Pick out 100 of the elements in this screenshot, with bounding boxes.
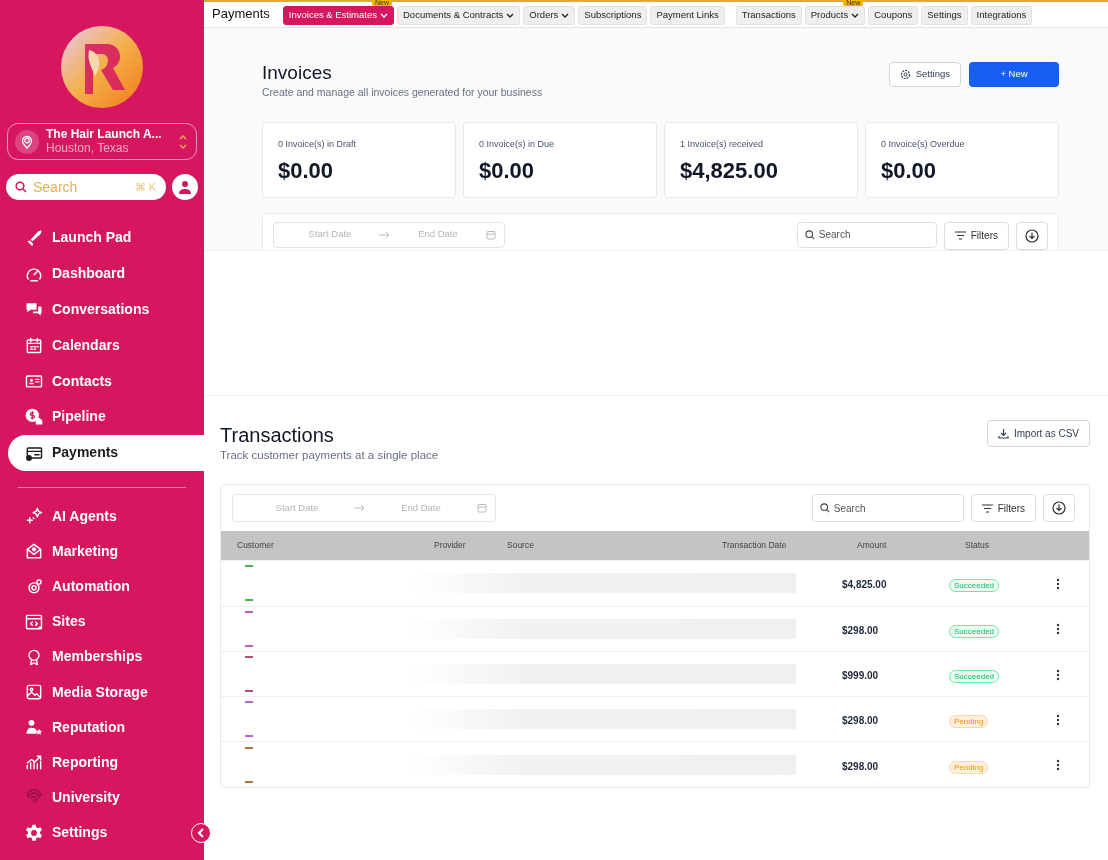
calendar-icon — [24, 335, 44, 356]
nav-tab[interactable]: Products — [804, 6, 866, 25]
download-button[interactable] — [1043, 494, 1075, 523]
nav-tab[interactable]: Integrations — [970, 6, 1033, 25]
new-button[interactable]: + New — [969, 62, 1059, 87]
column-header: Source — [506, 539, 535, 553]
sidebar-item[interactable]: Dashboard — [8, 255, 188, 292]
search-input[interactable]: Search — [33, 176, 111, 198]
download-button[interactable] — [1016, 221, 1048, 250]
sidebar-item[interactable]: Pipeline — [8, 399, 188, 435]
sidebar-item[interactable]: Reputation — [8, 709, 188, 745]
user-icon — [178, 180, 192, 194]
filters-button[interactable]: Filters — [943, 221, 1009, 250]
amount-text: $298.00 — [841, 624, 879, 636]
date-range-picker[interactable]: Start Date End Date — [232, 494, 496, 523]
nav-tab[interactable]: Orders — [523, 6, 576, 25]
sidebar-item[interactable]: Sites — [8, 604, 188, 640]
nav-tab[interactable]: Coupons — [868, 6, 919, 25]
status-badge: Succeeded — [949, 579, 1000, 593]
date-range-picker[interactable]: Start Date End Date — [273, 221, 505, 248]
nav-tab[interactable]: Documents & Contracts — [397, 6, 521, 25]
sidebar-item[interactable]: Memberships — [8, 639, 188, 675]
avatar[interactable] — [172, 174, 198, 200]
sidebar-item[interactable]: Contacts — [8, 363, 188, 399]
column-header: Provider — [433, 539, 467, 553]
sidebar-item[interactable]: Conversations — [8, 291, 188, 328]
sidebar-item[interactable]: Calendars — [8, 327, 188, 364]
filter-icon — [981, 503, 993, 513]
nav-tab[interactable]: Invoices & Estimates — [282, 6, 394, 25]
stat-amount: $0.00 — [479, 157, 536, 186]
sidebar-item[interactable]: Settings — [8, 815, 188, 851]
column-header: Status — [964, 539, 991, 553]
stat-label: 1 Invoice(s) received — [680, 137, 765, 151]
end-date-input[interactable]: End Date — [390, 226, 486, 243]
search-field[interactable]: Search — [811, 494, 964, 523]
sidebar-item[interactable]: AI Agents — [8, 498, 188, 534]
column-header: Customer — [236, 539, 275, 553]
import-button[interactable]: Import as CSV — [986, 420, 1090, 447]
status-badge: Pending — [949, 715, 989, 729]
sidebar-item[interactable]: Payments — [8, 434, 204, 471]
start-date-input[interactable]: Start Date — [282, 226, 378, 243]
download-icon — [1052, 501, 1066, 516]
collapse-button[interactable] — [191, 823, 211, 843]
stat-label: 0 Invoice(s) in Due — [479, 137, 556, 151]
shortcut-hint: ⌘ K — [134, 179, 156, 195]
more-icon[interactable] — [1056, 714, 1060, 727]
more-icon[interactable] — [1056, 668, 1060, 681]
end-date-input[interactable]: End Date — [365, 500, 477, 517]
search-field[interactable]: Search — [796, 221, 937, 248]
stat-label: 0 Invoice(s) Overdue — [881, 137, 966, 151]
calendar-icon — [486, 229, 496, 240]
download-icon — [1025, 228, 1039, 243]
location-switcher[interactable]: The Hair Launch A... Houston, Texas — [7, 123, 197, 160]
logo-icon — [59, 24, 145, 110]
amount-text: $4,825.00 — [841, 579, 887, 591]
section-title: Invoices — [262, 62, 333, 85]
column-header: Amount — [856, 539, 888, 553]
stat-amount: $4,825.00 — [680, 157, 779, 186]
nav-tab[interactable]: Subscriptions — [578, 6, 648, 25]
search-icon — [15, 181, 27, 193]
filter-icon — [954, 231, 966, 241]
stat-amount: $0.00 — [278, 157, 335, 186]
download-icon — [997, 428, 1009, 439]
section-subtitle: Create and manage all invoices generated for your business — [262, 84, 543, 100]
sidebar-item[interactable]: Automation — [8, 568, 188, 605]
arrow-right-icon — [378, 230, 390, 239]
status-badge: Succeeded — [949, 670, 1000, 683]
stat-amount: $0.00 — [881, 157, 938, 186]
settings-icon — [24, 822, 44, 843]
start-date-input[interactable]: Start Date — [241, 500, 353, 517]
more-icon[interactable] — [1056, 623, 1060, 636]
section-subtitle: Track customer payments at a single place — [220, 448, 439, 463]
nav-tab[interactable]: Settings — [921, 6, 968, 25]
settings-button[interactable]: Settings — [888, 62, 961, 87]
stat-label: 0 Invoice(s) in Draft — [278, 137, 358, 151]
amount-text: $298.00 — [841, 760, 879, 772]
sidebar-item[interactable]: Media Storage — [8, 674, 188, 710]
section-title: Transactions — [220, 423, 335, 447]
more-icon[interactable] — [1056, 578, 1060, 591]
search-icon — [819, 503, 830, 514]
location-icon — [20, 134, 34, 149]
more-icon[interactable] — [1056, 759, 1060, 772]
chevron-left-icon — [197, 828, 205, 838]
sidebar-item[interactable]: Launch Pad — [8, 220, 188, 256]
sidebar-item[interactable]: Marketing — [8, 533, 188, 569]
gear-icon — [899, 69, 911, 80]
nav-tab[interactable]: Payment Links — [650, 6, 725, 25]
calendar-icon — [477, 503, 487, 514]
sidebar-item[interactable]: Reporting — [8, 744, 188, 781]
filters-button[interactable]: Filters — [970, 494, 1036, 523]
sidebar-item[interactable]: University — [8, 780, 188, 816]
location-city: Houston, Texas — [46, 141, 130, 155]
amount-text: $298.00 — [841, 715, 879, 727]
location-name: The Hair Launch A... — [46, 128, 162, 142]
status-badge: Succeeded — [949, 624, 1000, 638]
page-title: Payments — [212, 4, 270, 23]
arrow-right-icon — [353, 504, 365, 513]
dollar-icon — [24, 406, 44, 427]
nav-tab[interactable]: Transactions — [735, 6, 802, 25]
status-badge: Pending — [949, 760, 989, 774]
